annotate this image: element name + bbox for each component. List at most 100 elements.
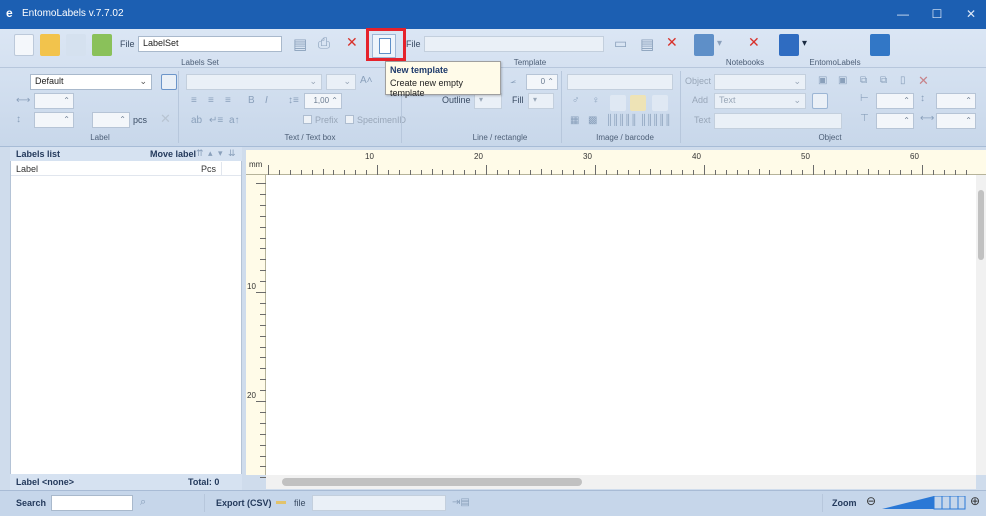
zoom-in-icon[interactable]: ⊕ [970, 494, 980, 508]
export-file-field[interactable] [312, 495, 446, 511]
settings-gear-icon[interactable] [779, 34, 799, 56]
move-up-icon[interactable]: ▴ [208, 148, 213, 159]
object-paste-icon[interactable]: ⧉ [880, 75, 887, 86]
labels-list-panel[interactable] [10, 147, 242, 490]
export-folder-icon[interactable]: ▬ [276, 496, 286, 507]
delete-object-icon[interactable]: ✕ [918, 73, 929, 89]
object-group-label: Object [818, 133, 842, 142]
datamatrix-icon[interactable]: ▩ [588, 115, 597, 126]
wrap-text-icon[interactable]: ↵≡ [209, 115, 223, 126]
align-center-icon[interactable]: ≡ [208, 95, 214, 106]
template-file-label: File [406, 39, 421, 49]
align-right-icon[interactable]: ≡ [225, 95, 231, 106]
object-select[interactable]: ⌄ [714, 74, 806, 90]
object-back-icon[interactable]: ▣ [838, 75, 847, 86]
pin-icon[interactable]: ♀ [592, 95, 600, 106]
fill-select[interactable]: ▾ [528, 93, 554, 109]
column-header-label[interactable]: Label [16, 164, 38, 174]
chevron-down-icon: ⌄ [139, 76, 147, 86]
labels-list-header: Labels list Move label ⇈ ▴ ▾ ⇊ [10, 147, 242, 161]
rotate-text-icon[interactable]: ab [191, 115, 202, 126]
ribbon-separator [561, 71, 562, 143]
italic-icon[interactable]: I [265, 95, 268, 106]
qr-icon[interactable]: ▦ [570, 115, 579, 126]
notebook-dropdown-icon[interactable]: ▾ [717, 38, 722, 49]
grow-font-icon[interactable]: A˄ [360, 75, 373, 86]
specimenid-checkbox[interactable] [345, 115, 354, 124]
ruler-unit: mm [249, 160, 263, 169]
object-width-spinner[interactable]: ⌃ [936, 113, 976, 129]
clear-label-icon[interactable]: ✕ [160, 111, 171, 127]
horizontal-scroll-thumb[interactable] [282, 478, 582, 486]
align-left-icon[interactable]: ≡ [191, 95, 197, 106]
label-canvas[interactable] [266, 175, 976, 475]
image-reset-icon[interactable] [652, 95, 668, 111]
image-path-field[interactable] [567, 74, 673, 90]
search-icon[interactable]: ⌕ [140, 496, 146, 509]
bold-icon[interactable]: B [248, 95, 255, 106]
ruler-label: 20 [474, 152, 483, 161]
delete-template-icon[interactable]: ✕ [666, 34, 678, 51]
help-icon[interactable] [870, 34, 890, 56]
font-size-select[interactable]: ⌄ [326, 74, 356, 90]
add-object-select[interactable]: Text ⌄ [714, 93, 806, 109]
settings-dropdown-icon[interactable]: ▾ [802, 38, 807, 49]
delete-labelset-icon[interactable]: ✕ [346, 34, 358, 51]
label-preset-icon[interactable] [161, 74, 177, 90]
open-folder-icon[interactable] [40, 34, 60, 56]
template-file-field[interactable] [424, 36, 604, 52]
status-separator [204, 494, 205, 512]
delete-notebook-icon[interactable]: ✕ [748, 34, 760, 51]
angle-icon: ⦟ [510, 75, 516, 86]
label-height-spinner[interactable]: ⌃ [34, 112, 74, 128]
template-edit-icon[interactable]: ▭ [614, 35, 627, 52]
object-width-icon: ⟷ [920, 113, 935, 124]
prefix-checkbox[interactable] [303, 115, 312, 124]
export-run-icon[interactable]: ⇥▤ [452, 497, 470, 508]
angle-spinner[interactable]: 0 ⌃ [526, 74, 558, 90]
zoom-slider[interactable] [882, 495, 966, 510]
close-window-button[interactable]: ✕ [956, 4, 986, 24]
vertical-scroll-thumb[interactable] [978, 190, 984, 260]
text-direction-icon[interactable]: a↑ [229, 115, 240, 126]
import-icon[interactable] [66, 34, 86, 56]
export-icon[interactable] [92, 34, 112, 56]
barcode-icon[interactable]: ║║║║║ [606, 115, 637, 126]
object-height-icon: ↕ [920, 93, 925, 104]
column-header-pcs[interactable]: Pcs [201, 164, 216, 174]
line-spacing-spinner[interactable]: 1,00 ⌃ [304, 93, 342, 109]
add-object-icon[interactable] [812, 93, 828, 109]
object-text-field[interactable] [714, 113, 842, 129]
object-height-spinner[interactable]: ⌃ [936, 93, 976, 109]
label-preset-select[interactable]: Default ⌄ [30, 74, 152, 90]
minimize-button[interactable]: — [888, 4, 918, 24]
position-y-spinner[interactable]: ⌃ [876, 113, 914, 129]
move-label-label: Move label [150, 149, 197, 159]
column-divider [221, 162, 222, 176]
labelset-file-field[interactable]: LabelSet [138, 36, 282, 52]
add-label: Add [692, 95, 709, 105]
line-tool-icon[interactable]: ♂ [572, 95, 580, 106]
move-top-icon[interactable]: ⇈ [196, 148, 204, 159]
barcode2-icon[interactable]: ║║║║║ [640, 115, 671, 126]
save-icon[interactable]: ▤ [293, 35, 307, 53]
move-bottom-icon[interactable]: ⇊ [228, 148, 236, 159]
object-copy-icon[interactable]: ⧉ [860, 75, 867, 86]
notebook-icon[interactable] [694, 34, 714, 56]
angle-value: 0 [540, 77, 546, 86]
font-family-select[interactable]: ⌄ [186, 74, 322, 90]
label-width-spinner[interactable]: ⌃ [34, 93, 74, 109]
object-lock-icon[interactable]: ▯ [900, 75, 906, 86]
label-pcs-spinner[interactable]: ⌃ [92, 112, 130, 128]
move-down-icon[interactable]: ▾ [218, 148, 223, 159]
image-icon[interactable] [610, 95, 626, 111]
print-icon[interactable]: ⎙ [318, 35, 330, 52]
new-labelset-icon[interactable] [14, 34, 34, 56]
search-input[interactable] [51, 495, 133, 511]
position-x-spinner[interactable]: ⌃ [876, 93, 914, 109]
template-save-icon[interactable]: ▤ [640, 35, 654, 53]
folder-icon[interactable] [630, 95, 646, 111]
maximize-button[interactable]: ☐ [922, 4, 952, 24]
zoom-out-icon[interactable]: ⊖ [866, 494, 876, 508]
object-front-icon[interactable]: ▣ [818, 75, 827, 86]
